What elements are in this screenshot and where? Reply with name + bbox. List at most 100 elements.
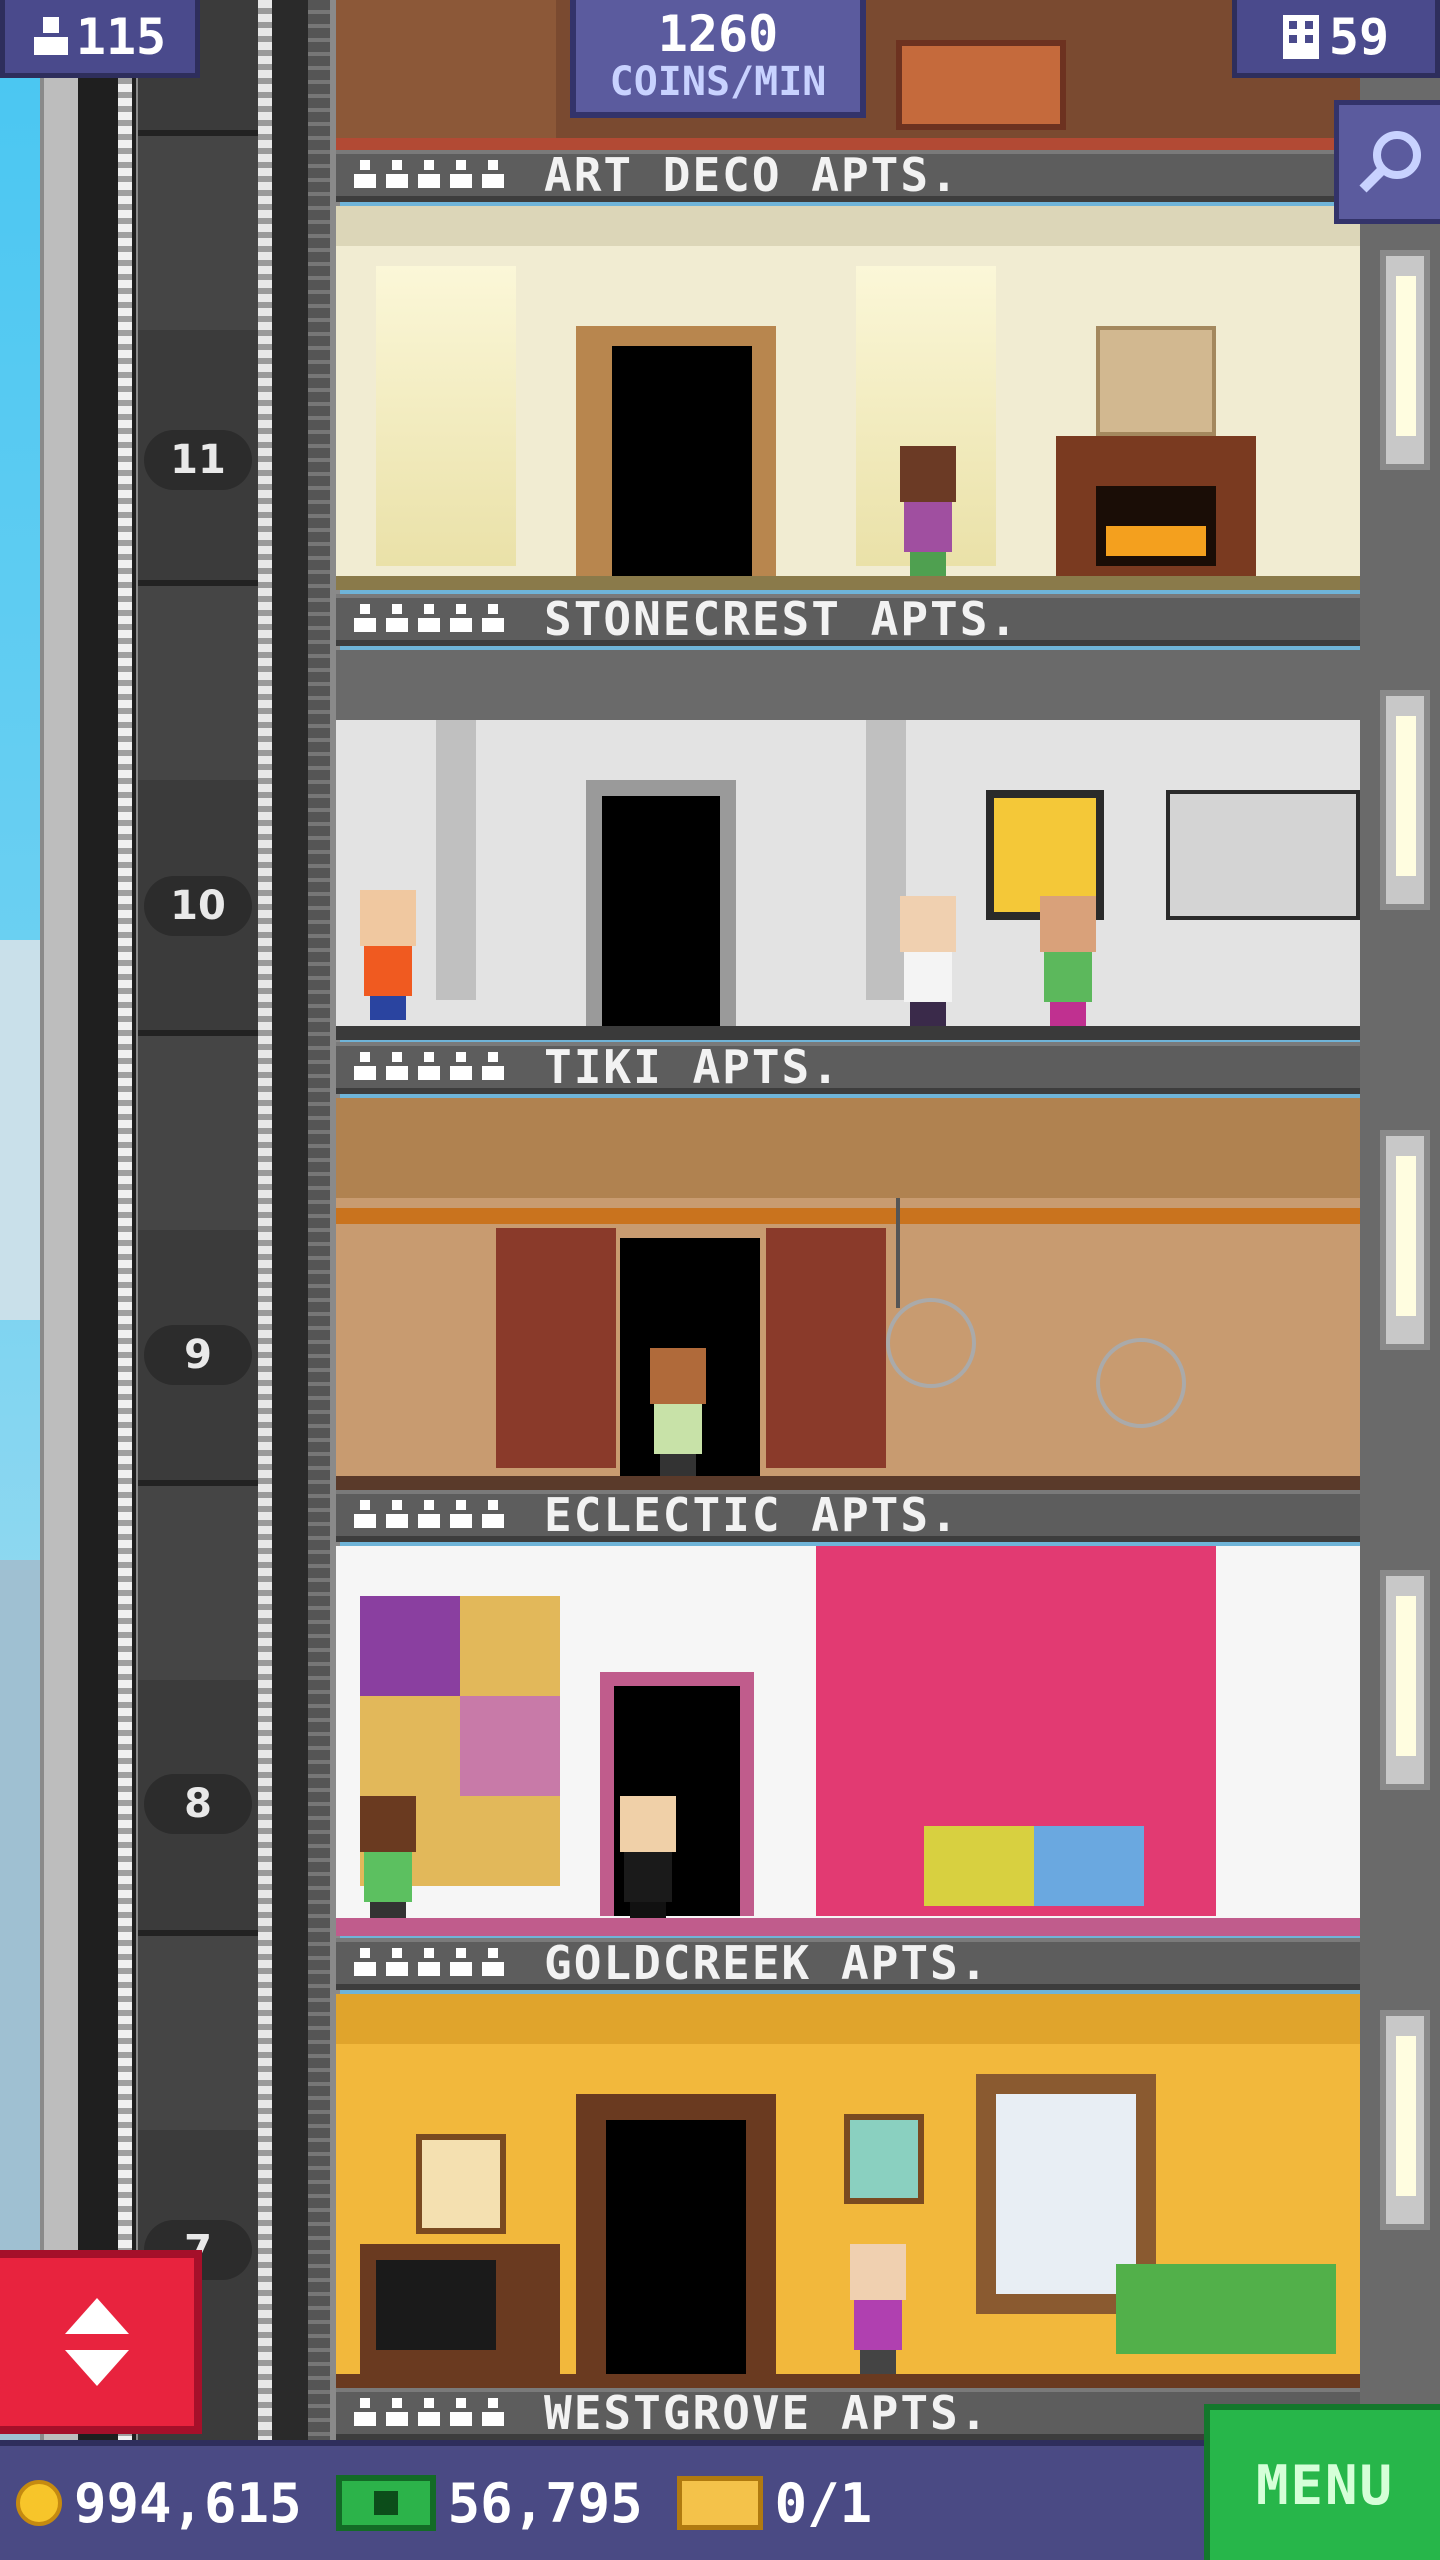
person-icon <box>450 604 472 634</box>
background-building <box>0 940 40 1320</box>
cabinet <box>1166 790 1360 920</box>
floor-counter[interactable]: 59 <box>1232 0 1440 78</box>
person-icon <box>386 1948 408 1978</box>
resident[interactable] <box>896 446 960 576</box>
magnifier-icon <box>1358 131 1421 193</box>
floor-label-bar[interactable]: ECLECTIC APTS. <box>336 1488 1360 1542</box>
picture-frame <box>1096 326 1216 436</box>
shaft-rail <box>44 0 78 2450</box>
bux-bill-icon <box>335 2475 436 2531</box>
shaft-floor-panel <box>138 1480 258 1680</box>
floor-label-bar[interactable]: TIKI APTS. <box>336 1040 1360 1094</box>
resident[interactable] <box>1036 896 1100 1026</box>
floor-number: 10 <box>144 876 252 936</box>
coins-per-min-value: 1260 <box>657 5 779 63</box>
person-icon <box>418 1500 440 1530</box>
floor-room-modern[interactable] <box>336 650 1360 1040</box>
occupant-icons <box>354 1500 544 1530</box>
floor-name: STONECREST APTS. <box>544 592 1020 646</box>
picture-frame <box>844 2114 924 2204</box>
person-icon <box>450 1500 472 1530</box>
floor-number: 9 <box>144 1325 252 1385</box>
person-icon <box>450 160 472 190</box>
floor-label-bar[interactable]: STONECREST APTS. <box>336 592 1360 646</box>
occupant-icons <box>354 1052 544 1082</box>
floor-room-goldcreek[interactable] <box>336 1994 1360 2388</box>
population-value: 115 <box>75 7 167 66</box>
coins-per-min-panel[interactable]: 1260 COINS/MIN <box>570 0 866 118</box>
tiki-statue <box>766 1228 886 1468</box>
person-icon <box>386 604 408 634</box>
person-icon <box>386 1052 408 1082</box>
resident[interactable] <box>356 1796 420 1926</box>
elevator-cable <box>258 0 272 2450</box>
tickets-value: 0/1 <box>774 2471 873 2535</box>
apartment-door[interactable] <box>602 796 720 1030</box>
population-counter[interactable]: 115 <box>0 0 200 78</box>
person-icon <box>450 1948 472 1978</box>
building-window <box>1380 690 1430 910</box>
person-icon <box>354 604 376 634</box>
shaft-floor-panel <box>138 580 258 780</box>
elevator-button[interactable] <box>0 2250 202 2434</box>
tickets-stat[interactable]: 0/1 <box>676 2471 873 2535</box>
floor-number: 11 <box>144 430 252 490</box>
apartment-door[interactable] <box>606 2120 746 2374</box>
menu-button[interactable]: MENU <box>1204 2404 1440 2560</box>
building-window <box>1380 2010 1430 2230</box>
person-icon <box>386 1500 408 1530</box>
floor-room-eclectic[interactable] <box>336 1546 1360 1936</box>
floor-room-stonecrest[interactable] <box>336 206 1360 590</box>
floor-label-bar[interactable]: GOLDCREEK APTS. <box>336 1936 1360 1990</box>
resident[interactable] <box>356 890 420 1020</box>
shaft-floor-panel <box>138 1930 258 2130</box>
person-icon <box>354 160 376 190</box>
building-icon <box>1282 14 1319 59</box>
shaft-floor-panel <box>138 130 258 330</box>
bux-stat[interactable]: 56,795 <box>335 2471 643 2535</box>
occupant-icons <box>354 160 544 190</box>
person-icon <box>418 160 440 190</box>
menu-label: MENU <box>1255 2453 1395 2517</box>
occupant-icons <box>354 1948 544 1978</box>
picture-frame <box>416 2134 506 2234</box>
person-icon <box>482 1948 504 1978</box>
occupant-icons <box>354 2398 544 2428</box>
person-icon <box>482 1052 504 1082</box>
resident[interactable] <box>646 1348 710 1478</box>
sofa <box>924 1826 1144 1906</box>
resident[interactable] <box>616 1796 680 1926</box>
coins-stat[interactable]: 994,615 <box>16 2472 302 2535</box>
person-icon <box>482 604 504 634</box>
bird-cage <box>886 1298 976 1388</box>
person-icon <box>354 1948 376 1978</box>
resident[interactable] <box>846 2244 910 2374</box>
floor-number: 8 <box>144 1774 252 1834</box>
bux-value: 56,795 <box>447 2471 643 2535</box>
person-icon <box>386 160 408 190</box>
floor-room-tiki[interactable] <box>336 1098 1360 1490</box>
apartment-door[interactable] <box>612 346 752 586</box>
tiki-statue <box>496 1228 616 1468</box>
floor-name: GOLDCREEK APTS. <box>544 1936 990 1990</box>
person-icon <box>450 1052 472 1082</box>
building-window <box>1380 1130 1430 1350</box>
person-icon <box>482 1500 504 1530</box>
elevator-cable <box>118 0 132 2450</box>
person-icon <box>354 1052 376 1082</box>
building-window <box>1380 250 1430 470</box>
shaft-rivets <box>308 0 330 2450</box>
vip-ticket-icon <box>676 2476 763 2530</box>
floor-label-bar[interactable]: ART DECO APTS. <box>336 148 1360 202</box>
resident[interactable] <box>896 896 960 1026</box>
person-icon <box>418 1052 440 1082</box>
coins-value: 994,615 <box>74 2471 302 2535</box>
person-icon <box>354 2398 376 2428</box>
floor-count-value: 59 <box>1328 7 1390 66</box>
floor-name: WESTGROVE APTS. <box>544 2386 990 2440</box>
search-button[interactable] <box>1334 100 1440 224</box>
person-icon <box>482 160 504 190</box>
tv <box>360 2244 560 2374</box>
floor-name: TIKI APTS. <box>544 1040 841 1094</box>
person-icon <box>386 2398 408 2428</box>
